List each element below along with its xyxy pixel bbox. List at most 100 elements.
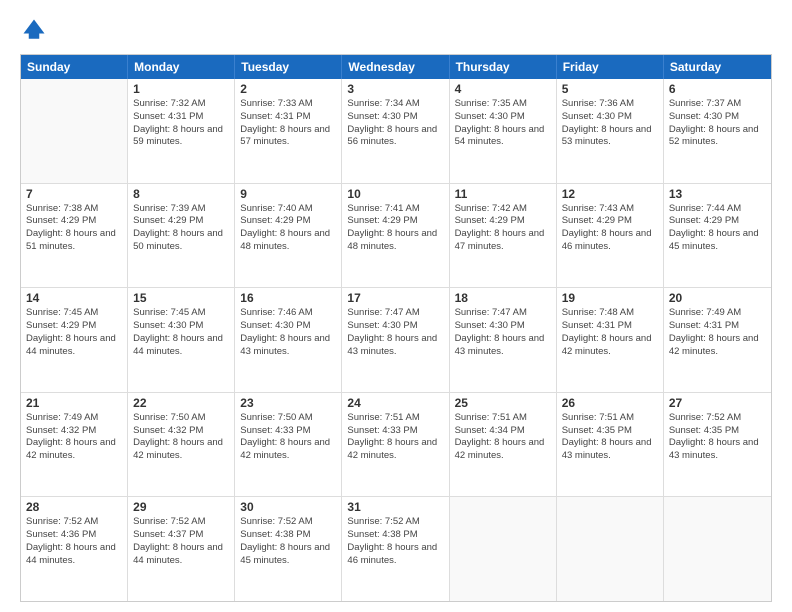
day-info: Sunrise: 7:35 AMSunset: 4:30 PMDaylight:… — [455, 98, 551, 149]
day-number: 31 — [347, 500, 443, 514]
calendar-cell-w3-d3: 16Sunrise: 7:46 AMSunset: 4:30 PMDayligh… — [235, 288, 342, 392]
day-number: 22 — [133, 396, 229, 410]
day-info: Sunrise: 7:51 AMSunset: 4:34 PMDaylight:… — [455, 412, 551, 463]
day-number: 2 — [240, 82, 336, 96]
day-info: Sunrise: 7:34 AMSunset: 4:30 PMDaylight:… — [347, 98, 443, 149]
calendar-cell-w5-d2: 29 Sunrise: 7:52 AMSunset: 4:37 PMDayligh… — [128, 497, 235, 601]
day-number: 30 — [240, 500, 336, 514]
day-info: Sunrise: 7:38 AMSunset: 4:29 PMDaylight:… — [26, 203, 122, 254]
day-info: Sunrise: 7:45 AMSunset: 4:29 PMDaylight:… — [26, 307, 122, 358]
day-info: Sunrise: 7:52 AMSunset: 4:35 PMDaylight:… — [669, 412, 766, 463]
calendar-cell-w5-d3: 30 Sunrise: 7:52 AMSunset: 4:38 PMDayligh… — [235, 497, 342, 601]
page: SundayMondayTuesdayWednesdayThursdayFrid… — [0, 0, 792, 612]
calendar-cell-w2-d4: 10Sunrise: 7:41 AMSunset: 4:29 PMDayligh… — [342, 184, 449, 288]
calendar-cell-w3-d7: 20 Sunrise: 7:49 AMSunset: 4:31 PMDayligh… — [664, 288, 771, 392]
day-info: Sunrise: 7:52 AMSunset: 4:37 PMDaylight:… — [133, 516, 229, 567]
day-info: Sunrise: 7:43 AMSunset: 4:29 PMDaylight:… — [562, 203, 658, 254]
day-info: Sunrise: 7:50 AMSunset: 4:33 PMDaylight:… — [240, 412, 336, 463]
calendar-cell-w4-d3: 23Sunrise: 7:50 AMSunset: 4:33 PMDayligh… — [235, 393, 342, 497]
day-info: Sunrise: 7:39 AMSunset: 4:29 PMDaylight:… — [133, 203, 229, 254]
calendar-cell-w4-d6: 26 Sunrise: 7:51 AMSunset: 4:35 PMDayligh… — [557, 393, 664, 497]
logo — [20, 16, 52, 44]
header-day-wednesday: Wednesday — [342, 55, 449, 79]
day-info: Sunrise: 7:33 AMSunset: 4:31 PMDaylight:… — [240, 98, 336, 149]
day-info: Sunrise: 7:47 AMSunset: 4:30 PMDaylight:… — [455, 307, 551, 358]
day-number: 1 — [133, 82, 229, 96]
day-number: 14 — [26, 291, 122, 305]
header-day-saturday: Saturday — [664, 55, 771, 79]
day-number: 21 — [26, 396, 122, 410]
calendar-cell-w1-d2: 1 Sunrise: 7:32 AMSunset: 4:31 PMDaylight… — [128, 79, 235, 183]
day-number: 8 — [133, 187, 229, 201]
day-number: 28 — [26, 500, 122, 514]
day-info: Sunrise: 7:49 AMSunset: 4:31 PMDaylight:… — [669, 307, 766, 358]
day-info: Sunrise: 7:45 AMSunset: 4:30 PMDaylight:… — [133, 307, 229, 358]
calendar-cell-w3-d6: 19 Sunrise: 7:48 AMSunset: 4:31 PMDayligh… — [557, 288, 664, 392]
day-info: Sunrise: 7:47 AMSunset: 4:30 PMDaylight:… — [347, 307, 443, 358]
calendar-cell-w2-d3: 9 Sunrise: 7:40 AMSunset: 4:29 PMDaylight… — [235, 184, 342, 288]
day-info: Sunrise: 7:36 AMSunset: 4:30 PMDaylight:… — [562, 98, 658, 149]
day-number: 17 — [347, 291, 443, 305]
calendar-cell-w1-d7: 6 Sunrise: 7:37 AMSunset: 4:30 PMDaylight… — [664, 79, 771, 183]
day-info: Sunrise: 7:52 AMSunset: 4:38 PMDaylight:… — [240, 516, 336, 567]
day-number: 20 — [669, 291, 766, 305]
calendar-cell-w5-d7 — [664, 497, 771, 601]
header-day-tuesday: Tuesday — [235, 55, 342, 79]
logo-icon — [20, 16, 48, 44]
calendar-row-3: 14 Sunrise: 7:45 AMSunset: 4:29 PMDayligh… — [21, 287, 771, 392]
calendar-row-4: 21 Sunrise: 7:49 AMSunset: 4:32 PMDayligh… — [21, 392, 771, 497]
header-day-friday: Friday — [557, 55, 664, 79]
day-number: 13 — [669, 187, 766, 201]
calendar-cell-w1-d3: 2 Sunrise: 7:33 AMSunset: 4:31 PMDaylight… — [235, 79, 342, 183]
calendar-row-1: 1 Sunrise: 7:32 AMSunset: 4:31 PMDaylight… — [21, 79, 771, 183]
day-info: Sunrise: 7:42 AMSunset: 4:29 PMDaylight:… — [455, 203, 551, 254]
calendar-cell-w1-d1 — [21, 79, 128, 183]
day-info: Sunrise: 7:40 AMSunset: 4:29 PMDaylight:… — [240, 203, 336, 254]
calendar-cell-w4-d1: 21 Sunrise: 7:49 AMSunset: 4:32 PMDayligh… — [21, 393, 128, 497]
day-number: 6 — [669, 82, 766, 96]
calendar-cell-w2-d2: 8 Sunrise: 7:39 AMSunset: 4:29 PMDaylight… — [128, 184, 235, 288]
day-info: Sunrise: 7:41 AMSunset: 4:29 PMDaylight:… — [347, 203, 443, 254]
calendar-cell-w2-d7: 13Sunrise: 7:44 AMSunset: 4:29 PMDayligh… — [664, 184, 771, 288]
day-info: Sunrise: 7:49 AMSunset: 4:32 PMDaylight:… — [26, 412, 122, 463]
calendar-cell-w1-d4: 3Sunrise: 7:34 AMSunset: 4:30 PMDaylight… — [342, 79, 449, 183]
calendar-cell-w5-d6 — [557, 497, 664, 601]
day-number: 19 — [562, 291, 658, 305]
header — [20, 16, 772, 44]
day-number: 24 — [347, 396, 443, 410]
day-info: Sunrise: 7:48 AMSunset: 4:31 PMDaylight:… — [562, 307, 658, 358]
calendar-cell-w5-d1: 28 Sunrise: 7:52 AMSunset: 4:36 PMDayligh… — [21, 497, 128, 601]
day-number: 18 — [455, 291, 551, 305]
calendar: SundayMondayTuesdayWednesdayThursdayFrid… — [20, 54, 772, 602]
header-day-monday: Monday — [128, 55, 235, 79]
calendar-row-2: 7 Sunrise: 7:38 AMSunset: 4:29 PMDaylight… — [21, 183, 771, 288]
header-day-thursday: Thursday — [450, 55, 557, 79]
day-number: 4 — [455, 82, 551, 96]
day-number: 25 — [455, 396, 551, 410]
day-info: Sunrise: 7:32 AMSunset: 4:31 PMDaylight:… — [133, 98, 229, 149]
day-info: Sunrise: 7:37 AMSunset: 4:30 PMDaylight:… — [669, 98, 766, 149]
day-info: Sunrise: 7:52 AMSunset: 4:36 PMDaylight:… — [26, 516, 122, 567]
day-number: 26 — [562, 396, 658, 410]
calendar-row-5: 28 Sunrise: 7:52 AMSunset: 4:36 PMDayligh… — [21, 496, 771, 601]
day-number: 7 — [26, 187, 122, 201]
day-number: 16 — [240, 291, 336, 305]
day-info: Sunrise: 7:50 AMSunset: 4:32 PMDaylight:… — [133, 412, 229, 463]
calendar-cell-w1-d5: 4 Sunrise: 7:35 AMSunset: 4:30 PMDaylight… — [450, 79, 557, 183]
calendar-cell-w2-d1: 7 Sunrise: 7:38 AMSunset: 4:29 PMDaylight… — [21, 184, 128, 288]
calendar-cell-w4-d5: 25 Sunrise: 7:51 AMSunset: 4:34 PMDayligh… — [450, 393, 557, 497]
day-number: 27 — [669, 396, 766, 410]
calendar-cell-w3-d4: 17 Sunrise: 7:47 AMSunset: 4:30 PMDayligh… — [342, 288, 449, 392]
day-number: 29 — [133, 500, 229, 514]
calendar-cell-w5-d4: 31 Sunrise: 7:52 AMSunset: 4:38 PMDayligh… — [342, 497, 449, 601]
day-number: 5 — [562, 82, 658, 96]
calendar-cell-w2-d6: 12Sunrise: 7:43 AMSunset: 4:29 PMDayligh… — [557, 184, 664, 288]
day-info: Sunrise: 7:51 AMSunset: 4:33 PMDaylight:… — [347, 412, 443, 463]
day-number: 9 — [240, 187, 336, 201]
day-info: Sunrise: 7:52 AMSunset: 4:38 PMDaylight:… — [347, 516, 443, 567]
calendar-cell-w4-d2: 22 Sunrise: 7:50 AMSunset: 4:32 PMDayligh… — [128, 393, 235, 497]
calendar-cell-w2-d5: 11Sunrise: 7:42 AMSunset: 4:29 PMDayligh… — [450, 184, 557, 288]
day-info: Sunrise: 7:51 AMSunset: 4:35 PMDaylight:… — [562, 412, 658, 463]
calendar-cell-w1-d6: 5 Sunrise: 7:36 AMSunset: 4:30 PMDaylight… — [557, 79, 664, 183]
calendar-body: 1 Sunrise: 7:32 AMSunset: 4:31 PMDaylight… — [21, 79, 771, 601]
